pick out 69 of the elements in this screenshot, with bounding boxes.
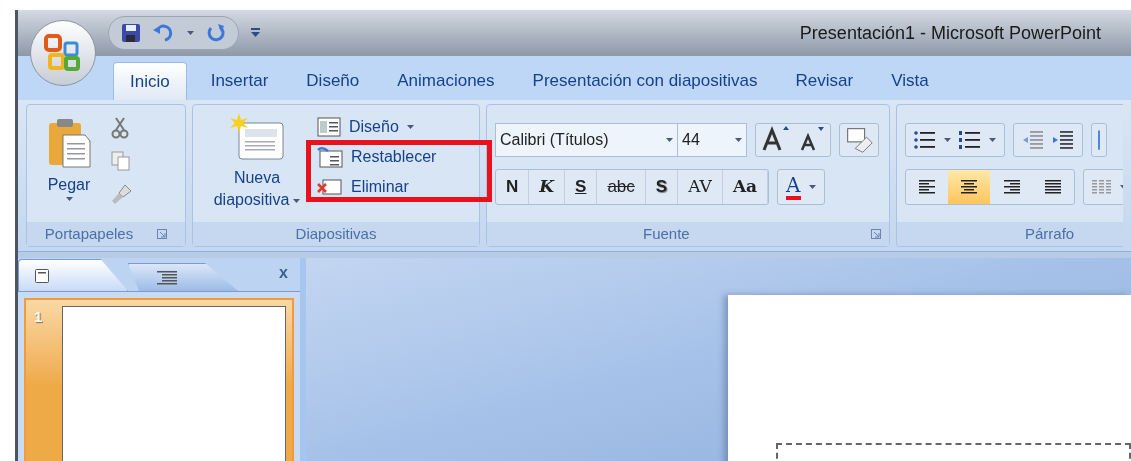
redo-icon[interactable] — [206, 23, 226, 43]
brush-icon[interactable] — [111, 183, 133, 205]
caret-icon — [944, 138, 951, 142]
format-button[interactable]: AV — [678, 170, 723, 204]
caret-icon — [293, 198, 301, 203]
slide-icon — [35, 268, 49, 283]
group-label: Portapapeles — [44, 223, 134, 244]
ribbon-tab[interactable]: Presentación con diapositivas — [518, 62, 772, 100]
group-label: Párrafo — [1025, 223, 1075, 244]
ribbon-tab[interactable]: Vista — [877, 62, 943, 100]
scissors-icon[interactable] — [111, 117, 129, 139]
clipboard-icon — [47, 117, 91, 169]
save-icon[interactable] — [121, 23, 141, 43]
columns-button[interactable] — [1083, 169, 1123, 205]
group-label: Fuente — [643, 223, 690, 244]
numbering-icon[interactable] — [959, 131, 981, 149]
new-slide-icon — [229, 113, 285, 163]
clear-formatting-icon[interactable] — [839, 123, 879, 157]
align-lines-icon — [1044, 180, 1062, 194]
caret-icon — [808, 185, 816, 189]
caret-icon — [735, 138, 742, 142]
text-direction-icon[interactable] — [1091, 123, 1107, 157]
ribbon-tab[interactable]: Diseño — [292, 62, 374, 100]
group-label: Diapositivas — [295, 223, 377, 244]
undo-icon[interactable] — [153, 23, 175, 43]
dialog-launcher-icon[interactable] — [871, 229, 881, 239]
pane-tab[interactable] — [128, 263, 238, 291]
align-button[interactable] — [948, 170, 990, 204]
ribbon-tab[interactable]: Animaciones — [383, 62, 509, 100]
align-lines-icon — [960, 180, 978, 194]
slide-number: 1 — [34, 307, 44, 327]
reset-button[interactable]: Restablecer — [317, 145, 437, 169]
font-size-dropdown[interactable]: 44 — [678, 124, 746, 156]
outline-icon — [157, 270, 177, 285]
close-button[interactable]: x — [279, 261, 288, 285]
reset-layout-icon — [317, 146, 343, 168]
caret-icon — [989, 138, 996, 142]
caret-icon — [65, 197, 73, 201]
caret-icon — [187, 31, 194, 35]
paste-button[interactable]: Pegar — [39, 113, 99, 201]
pane-tab[interactable] — [18, 259, 128, 291]
bullets-icon[interactable] — [914, 131, 936, 149]
format-button[interactable]: N — [496, 170, 530, 204]
dialog-launcher-icon[interactable] — [157, 229, 168, 239]
customize-menu-icon[interactable] — [251, 28, 260, 38]
font-name-dropdown[interactable]: Calibri (Títulos) — [496, 124, 678, 156]
ribbon-tab[interactable]: Insertar — [196, 62, 283, 100]
align-lines-icon — [1002, 180, 1020, 194]
increase-indent-icon[interactable] — [1052, 131, 1074, 149]
format-button[interactable]: S — [565, 170, 598, 204]
delete-button[interactable]: Eliminar — [317, 175, 437, 199]
format-button[interactable]: S — [645, 170, 679, 204]
decrease-indent-icon[interactable] — [1022, 131, 1044, 149]
format-button[interactable]: K — [529, 170, 566, 204]
ribbon-tab[interactable]: Inicio — [113, 62, 187, 100]
office-logo-icon — [44, 34, 82, 72]
format-button[interactable]: abc — [597, 170, 646, 204]
delete-slide-icon — [317, 178, 343, 196]
layout-button[interactable]: Diseño — [317, 115, 437, 139]
caret-icon — [666, 138, 673, 142]
caret-icon — [406, 125, 414, 129]
format-button[interactable]: Aa — [722, 170, 769, 204]
ribbon-tab[interactable]: Revisar — [781, 62, 868, 100]
font-color-button[interactable]: A — [777, 169, 825, 205]
columns-icon — [1092, 180, 1112, 194]
align-lines-icon — [918, 180, 936, 194]
window-title: Presentación1 - Microsoft PowerPoint — [799, 21, 1101, 45]
new-slide-button[interactable]: Nueva diapositiva — [201, 109, 313, 211]
layout-icon — [317, 117, 341, 137]
